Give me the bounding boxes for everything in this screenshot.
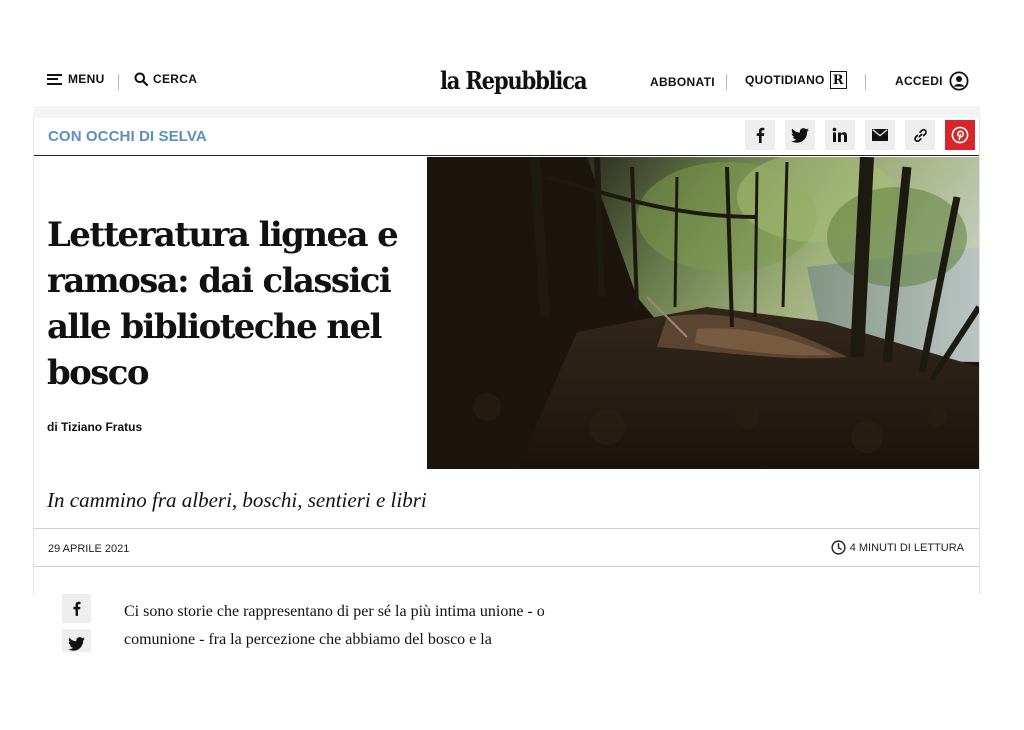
section-kicker[interactable]: CON OCCHI DI SELVA bbox=[48, 128, 207, 145]
subscribe-link[interactable]: ABBONATI bbox=[650, 75, 715, 89]
linkedin-icon bbox=[832, 127, 847, 142]
clock-icon bbox=[831, 540, 846, 555]
side-share-toolbar bbox=[62, 594, 91, 658]
reading-time: 4 MINUTI DI LETTURA bbox=[831, 540, 964, 555]
facebook-icon bbox=[756, 127, 765, 143]
share-twitter-button[interactable] bbox=[785, 120, 815, 150]
site-header: MENU CERCA la Repubblica ABBONATI QUOTID… bbox=[0, 62, 1024, 100]
link-icon bbox=[913, 128, 927, 142]
reading-time-label: 4 MINUTI DI LETTURA bbox=[849, 541, 964, 554]
menu-button[interactable]: MENU bbox=[47, 72, 105, 86]
twitter-icon bbox=[68, 636, 85, 651]
divider bbox=[726, 74, 727, 90]
article-byline[interactable]: di Tiziano Fratus bbox=[47, 420, 142, 434]
article-subtitle: In cammino fra alberi, boschi, sentieri … bbox=[47, 488, 427, 512]
daily-label: QUOTIDIANO bbox=[745, 73, 825, 87]
mail-icon bbox=[872, 129, 888, 141]
site-logo[interactable]: la Repubblica bbox=[440, 66, 588, 95]
share-pinterest-button[interactable] bbox=[945, 120, 975, 150]
article-body: Ci sono storie che rappresentano di per … bbox=[124, 598, 684, 654]
share-toolbar bbox=[745, 120, 975, 150]
search-label: CERCA bbox=[153, 72, 198, 86]
publish-date: 29 APRILE 2021 bbox=[48, 543, 130, 555]
copy-link-button[interactable] bbox=[905, 120, 935, 150]
search-icon bbox=[134, 72, 148, 86]
repubblica-r-icon: R bbox=[829, 71, 847, 89]
side-share-facebook-button[interactable] bbox=[62, 594, 91, 623]
menu-label: MENU bbox=[68, 72, 105, 86]
facebook-icon bbox=[73, 601, 81, 616]
user-icon bbox=[949, 71, 969, 91]
body-line: comunione - fra la percezione che abbiam… bbox=[124, 631, 492, 648]
divider bbox=[865, 74, 866, 90]
hero-image bbox=[427, 157, 979, 469]
frame-top-band bbox=[33, 106, 980, 118]
divider bbox=[118, 74, 119, 90]
share-linkedin-button[interactable] bbox=[825, 120, 855, 150]
body-line: Ci sono storie che rappresentano di per … bbox=[124, 603, 545, 620]
page-bottom-blank bbox=[0, 652, 1024, 730]
pinterest-icon bbox=[951, 126, 969, 144]
share-email-button[interactable] bbox=[865, 120, 895, 150]
section-bar: CON OCCHI DI SELVA bbox=[34, 118, 979, 156]
login-button[interactable]: ACCEDI bbox=[895, 71, 969, 91]
daily-edition-link[interactable]: QUOTIDIANO R bbox=[745, 71, 847, 89]
login-label: ACCEDI bbox=[895, 74, 943, 88]
article-meta: 29 APRILE 2021 4 MINUTI DI LETTURA bbox=[34, 528, 979, 567]
twitter-icon bbox=[791, 127, 809, 143]
share-facebook-button[interactable] bbox=[745, 120, 775, 150]
search-button[interactable]: CERCA bbox=[134, 72, 197, 86]
article-title: Letteratura lignea e ramosa: dai classic… bbox=[47, 215, 399, 393]
hamburger-icon bbox=[47, 73, 62, 85]
